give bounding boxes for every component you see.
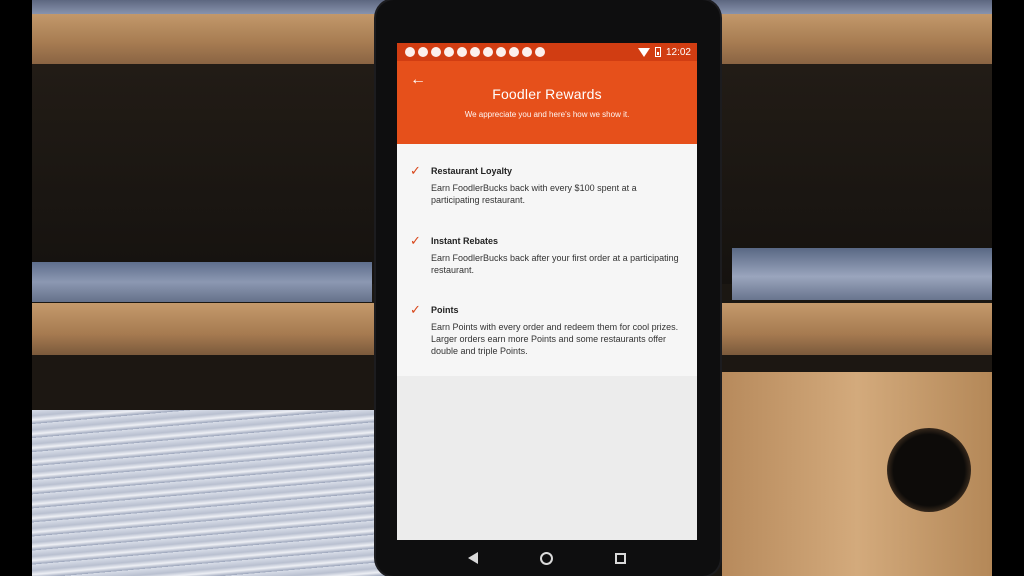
notification-icon (431, 47, 441, 57)
photo-scene: 12:02 ← Foodler Rewards We appreciate yo… (0, 0, 1024, 576)
phone-screen: 12:02 ← Foodler Rewards We appreciate yo… (397, 43, 697, 540)
page-subtitle: We appreciate you and here's how we show… (464, 110, 630, 119)
wifi-icon (637, 47, 650, 57)
paper-stack-left (32, 262, 372, 302)
app-bar: ← Foodler Rewards We appreciate you and … (397, 61, 697, 144)
rewards-list: ✓ Restaurant Loyalty Earn FoodlerBucks b… (397, 144, 697, 376)
square-recents-icon[interactable] (615, 552, 626, 564)
status-bar: 12:02 (397, 43, 697, 61)
reward-title: Instant Rebates (431, 236, 499, 246)
reward-description: Earn Points with every order and redeem … (431, 322, 679, 356)
notification-icon (535, 47, 545, 57)
triangle-back-icon[interactable] (468, 552, 478, 564)
page-title: Foodler Rewards (492, 86, 602, 102)
notification-icon (522, 47, 532, 57)
status-clock: 12:02 (665, 46, 691, 58)
reward-description: Earn FoodlerBucks back after your first … (431, 253, 679, 275)
notification-icons (405, 47, 545, 57)
checkmark-icon: ✓ (410, 302, 421, 317)
notification-icon (509, 47, 519, 57)
checkmark-icon: ✓ (410, 163, 421, 178)
rewards-content: ✓ Restaurant Loyalty Earn FoodlerBucks b… (397, 144, 697, 540)
android-nav-bar (397, 540, 697, 576)
status-right: 12:02 (637, 46, 691, 58)
circle-home-icon[interactable] (540, 551, 553, 565)
reward-description: Earn FoodlerBucks back with every $100 s… (431, 183, 637, 205)
notification-icon (496, 47, 506, 57)
drawer-handle-hole (887, 428, 971, 512)
reward-title: Restaurant Loyalty (431, 166, 513, 176)
checkmark-icon: ✓ (410, 233, 421, 248)
reward-title: Points (431, 305, 459, 315)
notification-icon (405, 47, 415, 57)
notification-icon (470, 47, 480, 57)
battery-icon (654, 47, 661, 57)
paper-stack-bottom (32, 410, 392, 576)
paper-stack-right (732, 248, 992, 300)
notification-icon (457, 47, 467, 57)
notification-icon (483, 47, 493, 57)
notification-icon (418, 47, 428, 57)
notification-icon (444, 47, 454, 57)
